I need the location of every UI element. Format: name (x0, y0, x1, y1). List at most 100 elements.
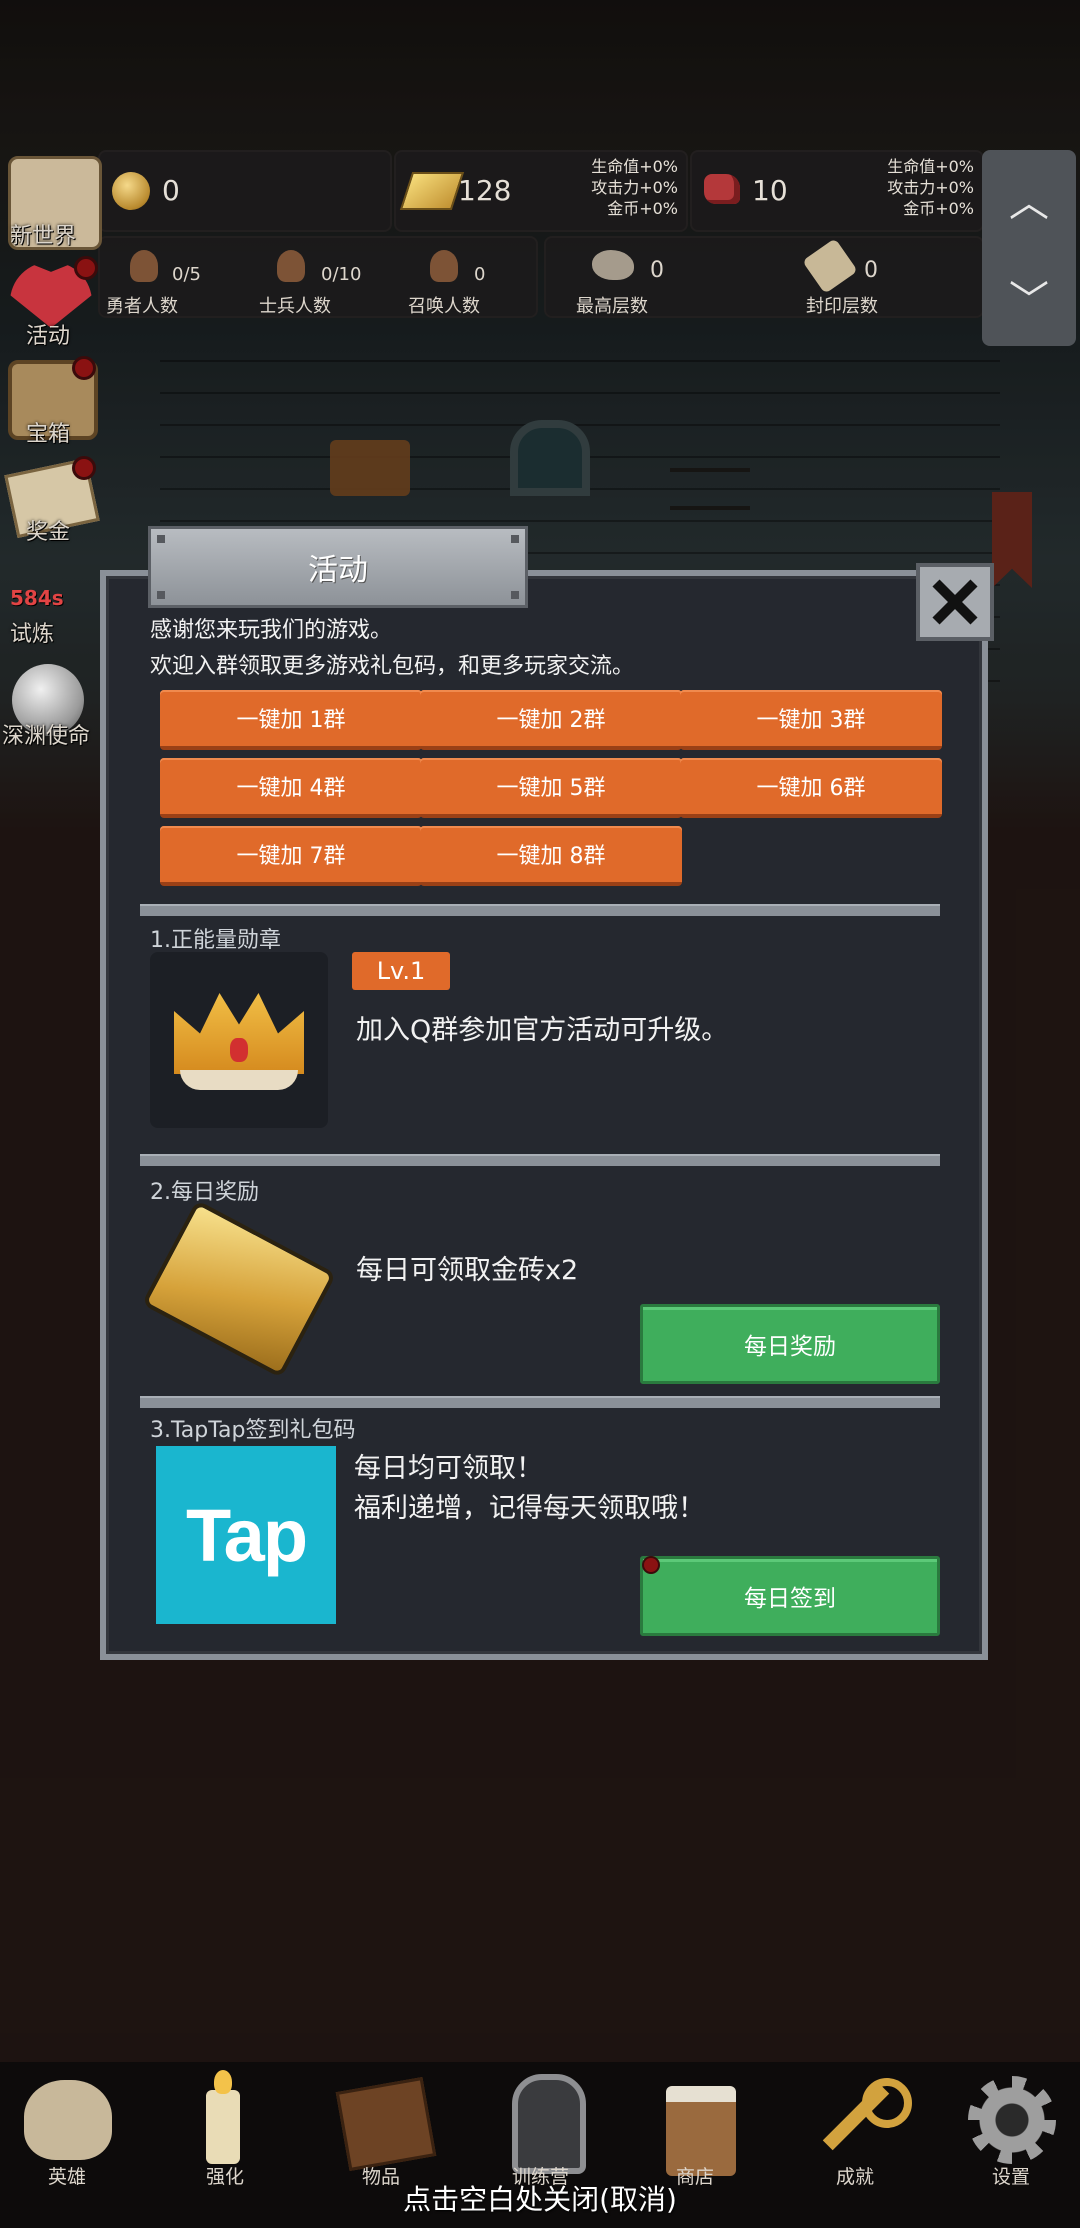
close-icon (932, 579, 978, 625)
dialog-title: 活动 (308, 553, 368, 588)
section2-description: 每日可领取金砖x2 (356, 1255, 579, 1286)
side-label: 新世界 (10, 224, 77, 249)
nav-item-achievements[interactable]: 成就 (806, 2070, 912, 2190)
taptap-logo-text: Tap (185, 1493, 308, 1577)
join-group-6-button[interactable]: 一键加 6群 (680, 758, 942, 818)
nav-item-items[interactable]: 物品 (332, 2070, 437, 2190)
side-item-new-world[interactable]: 新世界 (4, 156, 102, 252)
bonus-hp: 生命值+0% (887, 157, 974, 176)
join-group-5-button[interactable]: 一键加 5群 (420, 758, 682, 818)
side-label: 深渊使命 (2, 724, 91, 749)
trial-timer: 584s (10, 586, 64, 610)
highest-floor-stat[interactable]: 0 最高层数 (546, 238, 764, 317)
chevron-down-icon: ﹀ (1009, 278, 1049, 324)
skull-icon (24, 2080, 112, 2160)
soldier-count-stat[interactable]: 0/10 士兵人数 (245, 238, 390, 317)
sealed-floor-label: 封印层数 (806, 296, 878, 317)
dialog-intro-line2: 欢迎入群领取更多游戏礼包码，和更多玩家交流。 (150, 654, 635, 679)
side-label: 奖金 (26, 520, 71, 545)
scroll-up-button[interactable]: ︿ (982, 150, 1076, 248)
side-item-trial[interactable]: 584s 试炼 (4, 570, 100, 650)
side-item-bonus[interactable]: 奖金 (4, 456, 100, 552)
soldier-count-label: 士兵人数 (259, 296, 331, 317)
hero-count-label: 勇者人数 (106, 296, 178, 317)
join-group-1-button[interactable]: 一键加 1群 (160, 690, 422, 750)
scroll-down-button[interactable]: ﹀ (982, 248, 1076, 346)
section3-title: 3.TapTap签到礼包码 (150, 1418, 356, 1443)
stone-icon (592, 250, 634, 280)
section1-title: 1.正能量勋章 (150, 928, 281, 953)
section-divider (140, 1396, 940, 1408)
section1-description: 加入Q群参加官方活动可升级。 (356, 1015, 729, 1046)
section2-title: 2.每日奖励 (150, 1180, 259, 1205)
summon-icon (430, 250, 458, 282)
nav-item-hero[interactable]: 英雄 (18, 2070, 122, 2190)
side-item-chest[interactable]: 宝箱 (4, 356, 100, 452)
nav-item-settings[interactable]: 设置 (960, 2070, 1064, 2190)
nav-item-upgrade[interactable]: 强化 (172, 2070, 276, 2190)
bonus-attack: 攻击力+0% (887, 178, 974, 197)
side-item-activity[interactable]: 活动 (4, 256, 100, 352)
soldier-count-value: 0/10 (321, 264, 362, 285)
crown-gem (230, 1038, 248, 1062)
notification-dot (74, 256, 98, 280)
summon-count-label: 召唤人数 (408, 296, 480, 317)
section-divider (140, 1154, 940, 1166)
gem-panel: 10 生命值+0% 攻击力+0% 金币+0% (690, 150, 984, 232)
nav-item-training-camp[interactable]: 训练营 (492, 2070, 596, 2190)
scroll-icon (802, 238, 858, 294)
coin-icon (112, 172, 150, 210)
nav-item-shop[interactable]: 商店 (652, 2070, 756, 2190)
gold-brick-icon (399, 172, 465, 210)
summon-count-stat[interactable]: 0 召唤人数 (390, 238, 536, 317)
medal-icon-frame (150, 952, 328, 1128)
taptap-logo: Tap (156, 1446, 336, 1624)
join-group-4-button[interactable]: 一键加 4群 (160, 758, 422, 818)
bonus-attack: 攻击力+0% (591, 178, 678, 197)
gold-brick-panel: 128 生命值+0% 攻击力+0% 金币+0% (394, 150, 688, 232)
candle-icon (206, 2090, 240, 2164)
unit-stats-panel: 0/5 勇者人数 0/10 士兵人数 0 召唤人数 (98, 236, 538, 318)
sealed-floor-value: 0 (864, 258, 878, 283)
hero-count-value: 0/5 (172, 264, 201, 285)
floor-stats-panel: 0 最高层数 0 封印层数 (544, 236, 984, 318)
coin-value: 0 (162, 174, 180, 207)
lantern-icon (512, 2074, 586, 2174)
gem-bonus: 生命值+0% 攻击力+0% 金币+0% (887, 156, 974, 219)
join-group-3-button[interactable]: 一键加 3群 (680, 690, 942, 750)
join-group-8-button[interactable]: 一键加 8群 (420, 826, 682, 886)
daily-reward-button[interactable]: 每日奖励 (640, 1304, 940, 1384)
daily-checkin-button[interactable]: 每日签到 (640, 1556, 940, 1636)
join-group-2-button[interactable]: 一键加 2群 (420, 690, 682, 750)
close-hint[interactable]: 点击空白处关闭(取消) (0, 2178, 1080, 2218)
notification-dot (72, 456, 96, 480)
highest-floor-label: 最高层数 (576, 296, 648, 317)
side-label: 活动 (26, 324, 71, 349)
book-icon (335, 2076, 437, 2172)
crown-base (180, 1070, 298, 1090)
bonus-gold: 金币+0% (607, 199, 678, 218)
coin-panel: 0 (98, 150, 392, 232)
section-divider (140, 904, 940, 916)
gold-brick-bonus: 生命值+0% 攻击力+0% 金币+0% (591, 156, 678, 219)
key-bow (862, 2078, 912, 2128)
notification-dot (642, 1556, 660, 1574)
notification-dot (72, 356, 96, 380)
dialog-intro-line1: 感谢您来玩我们的游戏。 (150, 618, 393, 643)
close-button[interactable] (916, 563, 994, 641)
sealed-floor-stat[interactable]: 0 封印层数 (764, 238, 982, 317)
join-group-7-button[interactable]: 一键加 7群 (160, 826, 422, 886)
section3-description-line2: 福利递增，记得每天领取哦！ (354, 1493, 705, 1524)
level-badge: Lv.1 (352, 952, 450, 990)
gold-brick-value: 128 (458, 174, 512, 207)
dialog-title-tab: 活动 (148, 526, 528, 608)
hero-count-stat[interactable]: 0/5 勇者人数 (100, 238, 245, 317)
chevron-up-icon: ︿ (1009, 180, 1049, 226)
bonus-hp: 生命值+0% (591, 157, 678, 176)
side-item-abyss-mission[interactable]: 深渊使命 (0, 660, 100, 756)
side-label: 宝箱 (26, 422, 71, 447)
section3-description-line1: 每日均可领取！ (354, 1453, 543, 1484)
hero-icon (130, 250, 158, 282)
soldier-icon (277, 250, 305, 282)
gear-icon (968, 2076, 1056, 2164)
